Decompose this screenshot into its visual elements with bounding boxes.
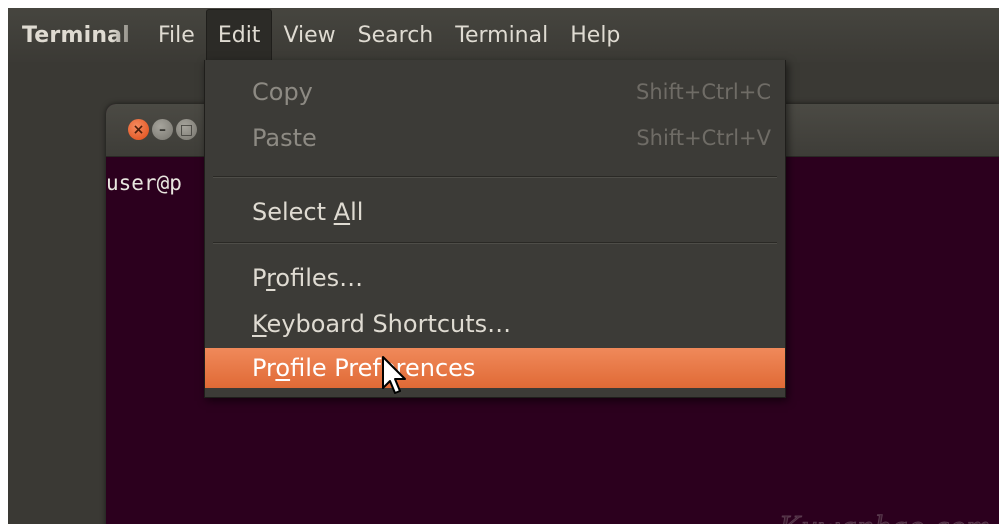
minimize-icon[interactable]: – bbox=[152, 119, 173, 140]
maximize-icon[interactable]: □ bbox=[176, 119, 197, 140]
menu-item-label: Select All bbox=[252, 198, 364, 226]
app-title: Terminal bbox=[22, 22, 130, 48]
menu-item-copy[interactable]: Copy Shift+Ctrl+C bbox=[205, 72, 785, 112]
menu-item-label: Profiles… bbox=[252, 264, 364, 292]
menu-item-select-all[interactable]: Select All bbox=[205, 192, 785, 232]
menu-item-label: Copy bbox=[252, 78, 313, 106]
menu-item-label: Profile Preferences bbox=[252, 354, 476, 382]
menu-item-profile-preferences[interactable]: Profile Preferences bbox=[205, 348, 785, 388]
mouse-pointer-icon bbox=[382, 356, 406, 394]
menu-item-label: Keyboard Shortcuts… bbox=[252, 310, 512, 338]
desktop: Terminal File Edit View Search Terminal … bbox=[8, 8, 999, 524]
close-icon[interactable]: × bbox=[128, 119, 149, 140]
menu-separator bbox=[213, 242, 777, 244]
edit-menu-dropdown: Copy Shift+Ctrl+C Paste Shift+Ctrl+V Sel… bbox=[204, 60, 786, 398]
menu-edit[interactable]: Edit bbox=[205, 9, 273, 61]
menu-search[interactable]: Search bbox=[347, 9, 445, 61]
menu-item-label: Paste bbox=[252, 124, 317, 152]
menu-terminal[interactable]: Terminal bbox=[444, 9, 559, 61]
menu-help[interactable]: Help bbox=[559, 9, 631, 61]
terminal-prompt: user@p bbox=[106, 171, 182, 195]
menu-item-profiles[interactable]: Profiles… bbox=[205, 258, 785, 298]
menu-item-paste[interactable]: Paste Shift+Ctrl+V bbox=[205, 118, 785, 158]
top-menu-bar: Terminal File Edit View Search Terminal … bbox=[8, 8, 999, 62]
watermark: Kuwanbao.com bbox=[779, 508, 991, 524]
menu-item-keyboard-shortcuts[interactable]: Keyboard Shortcuts… bbox=[205, 304, 785, 344]
shortcut-label: Shift+Ctrl+C bbox=[636, 80, 771, 104]
shortcut-label: Shift+Ctrl+V bbox=[636, 126, 771, 150]
menu-separator bbox=[213, 176, 777, 178]
menu-view[interactable]: View bbox=[272, 9, 346, 61]
menu-file[interactable]: File bbox=[147, 9, 206, 61]
